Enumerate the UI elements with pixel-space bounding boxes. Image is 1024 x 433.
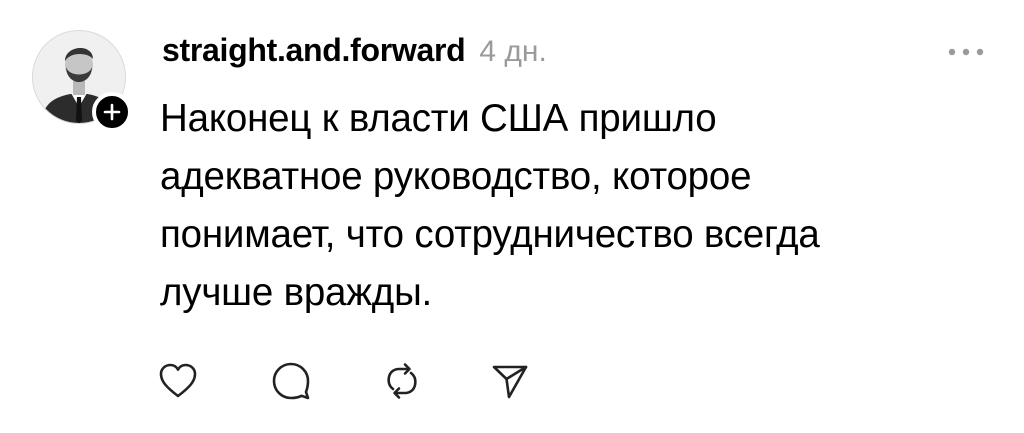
repost-button[interactable] xyxy=(380,359,424,403)
avatar-container[interactable] xyxy=(32,30,132,132)
username-link[interactable]: straight.and.forward xyxy=(162,32,466,69)
send-icon xyxy=(492,365,528,399)
plus-icon xyxy=(103,103,121,121)
comment-icon xyxy=(272,362,310,400)
share-button[interactable] xyxy=(488,359,532,403)
more-horizontal-icon xyxy=(948,48,984,56)
post-timestamp[interactable]: 4 дн. xyxy=(479,35,546,69)
comment-button[interactable] xyxy=(269,359,313,403)
repost-icon xyxy=(387,363,417,399)
heart-icon xyxy=(159,363,197,398)
post-text-line: адекватное руководство, которое xyxy=(160,155,752,198)
post-text: Наконец к власти США пришло адекватное р… xyxy=(160,90,1010,322)
like-button[interactable] xyxy=(156,359,200,403)
follow-button[interactable] xyxy=(92,92,132,132)
post-text-line: лучше вражды. xyxy=(160,271,433,314)
post-text-line: понимает, что сотрудничество всегда xyxy=(160,213,820,256)
post-text-line: Наконец к власти США пришло xyxy=(160,97,717,140)
post-header: straight.and.forward 4 дн. xyxy=(162,32,547,69)
post-card: straight.and.forward 4 дн. Наконец к вла… xyxy=(0,0,1024,433)
more-options-button[interactable] xyxy=(944,40,988,64)
